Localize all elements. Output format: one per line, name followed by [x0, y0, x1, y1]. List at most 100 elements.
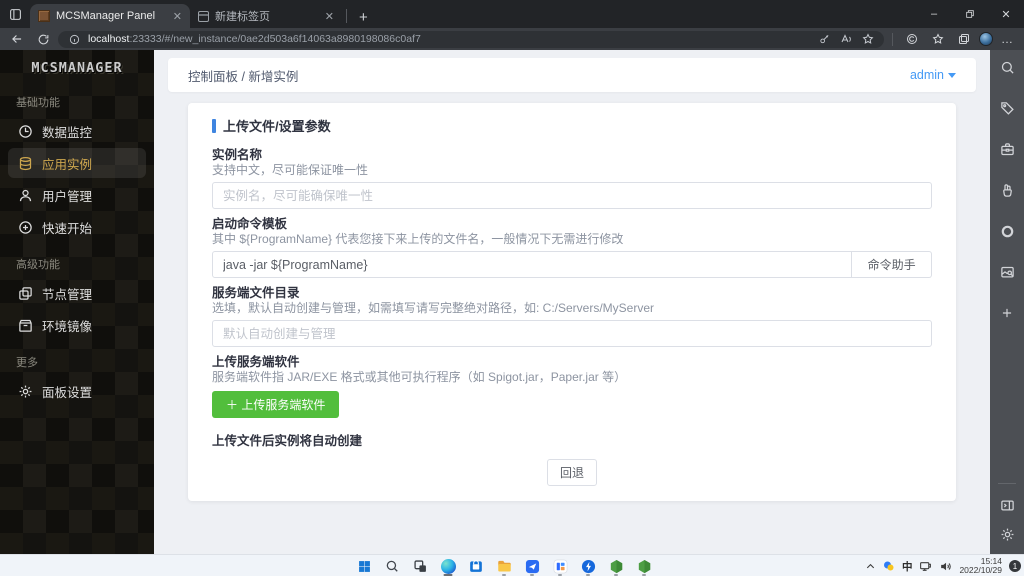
- user-icon: [19, 189, 32, 201]
- extension-icon[interactable]: [901, 30, 923, 48]
- breadcrumb: 控制面板 / 新增实例: [188, 69, 299, 84]
- store-icon: [470, 560, 482, 572]
- nodejs-app-button-1[interactable]: [607, 556, 625, 576]
- image-search-icon[interactable]: [1000, 265, 1015, 280]
- restore-button[interactable]: [952, 0, 988, 28]
- tab-mcsmanager[interactable]: MCSManager Panel ✕: [30, 4, 190, 28]
- search-icon: [386, 560, 398, 572]
- taskbar: 中 15:14 2022/10/29 1: [0, 554, 1024, 576]
- tools-briefcase-icon[interactable]: [1000, 142, 1015, 157]
- edge-sidebar-bottom: [990, 483, 1024, 542]
- field-upload: 上传服务端软件 服务端软件指 JAR/EXE 格式或其他可执行程序（如 Spig…: [212, 354, 932, 423]
- sidebar-item-nodes[interactable]: 节点管理: [8, 278, 146, 308]
- username: admin: [909, 68, 944, 82]
- docs-app-button[interactable]: [551, 556, 569, 576]
- games-glove-icon[interactable]: [1000, 183, 1015, 198]
- instance-name-input[interactable]: [212, 182, 932, 209]
- sidebar-item-label: 应用实例: [42, 157, 93, 172]
- favorites-bar-icon[interactable]: [927, 30, 949, 48]
- auto-create-note: 上传文件后实例将自动创建: [212, 434, 363, 448]
- password-key-icon[interactable]: [816, 34, 832, 45]
- read-aloud-icon[interactable]: [838, 33, 854, 45]
- field-instance-name: 实例名称 支持中文，尽可能保证唯一性: [212, 147, 932, 209]
- mcsmanager-favicon: [38, 10, 50, 22]
- collections-icon[interactable]: [953, 30, 975, 48]
- edge-taskbar-button[interactable]: [439, 556, 457, 576]
- sidebar-item-users[interactable]: 用户管理: [8, 180, 146, 210]
- database-icon: [19, 156, 32, 170]
- back-button[interactable]: 回退: [546, 459, 597, 486]
- profile-avatar[interactable]: [979, 32, 993, 46]
- more-menu-icon[interactable]: …: [997, 32, 1018, 46]
- speaker-icon[interactable]: [939, 560, 952, 573]
- user-menu[interactable]: admin: [910, 68, 956, 82]
- sidebar-item-label: 用户管理: [42, 189, 93, 204]
- task-view-icon: [413, 559, 426, 572]
- url-text[interactable]: localhost:23333/#/new_instance/0ae2d503a…: [88, 33, 810, 45]
- tray-chevron-up-icon[interactable]: [865, 561, 876, 572]
- nodejs-hexagon-icon: [638, 559, 650, 573]
- minimize-button[interactable]: –: [916, 0, 952, 28]
- mcsmanager-logo: MCSMANAGER: [31, 60, 123, 76]
- nodejs-app-button-2[interactable]: [635, 556, 653, 576]
- back-icon[interactable]: [6, 30, 28, 48]
- taskbar-center: [355, 555, 653, 576]
- new-tab-button[interactable]: +: [351, 9, 376, 26]
- lightning-app-button[interactable]: [579, 556, 597, 576]
- network-icon[interactable]: [919, 560, 932, 573]
- edge-sidebar: [990, 50, 1024, 554]
- sidebar-item-instances[interactable]: 应用实例: [8, 148, 146, 178]
- sidebar-item-data-monitor[interactable]: 数据监控: [8, 116, 146, 146]
- notification-badge[interactable]: 1: [1009, 560, 1021, 572]
- field-desc: 选填，默认自动创建与管理，如需填写请写完整绝对路径，如: C:/Servers/…: [212, 301, 655, 315]
- add-sidebar-item-icon[interactable]: [1000, 306, 1014, 320]
- start-button[interactable]: [355, 556, 373, 576]
- windows-logo-icon: [358, 560, 370, 572]
- sidebar-item-label: 数据监控: [42, 125, 93, 140]
- sidebar-item-label: 节点管理: [42, 287, 93, 302]
- office-icon[interactable]: [1000, 224, 1015, 239]
- taskbar-clock[interactable]: 15:14 2022/10/29: [959, 557, 1002, 575]
- field-desc: 支持中文，尽可能保证唯一性: [212, 163, 369, 177]
- task-view-button[interactable]: [411, 556, 429, 576]
- field-desc: 其中 ${ProgramName} 代表您接下来上传的文件名，一般情况下无需进行…: [212, 232, 624, 246]
- page-header: 控制面板 / 新增实例 admin: [168, 58, 976, 92]
- field-label: 上传服务端软件: [212, 355, 300, 369]
- tab-actions-menu-icon[interactable]: [0, 0, 30, 28]
- command-input[interactable]: [212, 251, 853, 278]
- tab-close-icon[interactable]: ✕: [325, 10, 334, 23]
- folder-icon: [497, 560, 511, 571]
- nav-section-label: 更多: [16, 357, 38, 369]
- sidebar-item-images[interactable]: 环境镜像: [8, 310, 146, 340]
- tab-title: MCSManager Panel: [56, 10, 156, 22]
- app-main: 控制面板 / 新增实例 admin 上传文件/设置参数 实例名称 支持中文，尽可…: [154, 50, 990, 554]
- ime-language-indicator[interactable]: 中: [902, 559, 913, 574]
- taskbar-search-button[interactable]: [383, 556, 401, 576]
- field-label: 实例名称: [212, 148, 263, 162]
- search-icon[interactable]: [1000, 60, 1015, 75]
- browser-toolbar: localhost:23333/#/new_instance/0ae2d503a…: [0, 28, 1024, 50]
- favorites-star-icon[interactable]: [860, 33, 876, 45]
- tab-divider: [346, 9, 347, 23]
- sidebar-item-label: 面板设置: [42, 385, 93, 400]
- sidebar-item-panel-settings[interactable]: 面板设置: [8, 376, 146, 406]
- tab-close-icon[interactable]: ✕: [173, 10, 182, 23]
- command-helper-button[interactable]: 命令助手: [852, 251, 932, 278]
- window-controls: – ✕: [916, 0, 1024, 28]
- shopping-tag-icon[interactable]: [1000, 101, 1015, 116]
- directory-input[interactable]: [212, 320, 932, 347]
- sidebar-settings-gear-icon[interactable]: [1000, 527, 1015, 542]
- ime-color-icon[interactable]: [883, 560, 895, 572]
- sidebar-item-quick-start[interactable]: 快速开始: [8, 212, 146, 242]
- site-info-icon[interactable]: [66, 34, 82, 45]
- hide-sidebar-icon[interactable]: [1000, 498, 1015, 513]
- close-button[interactable]: ✕: [988, 0, 1024, 28]
- file-explorer-button[interactable]: [495, 556, 513, 576]
- nav-section-label: 高级功能: [16, 259, 60, 271]
- microsoft-store-button[interactable]: [467, 556, 485, 576]
- messenger-app-button[interactable]: [523, 556, 541, 576]
- tab-new-tab-page[interactable]: 新建标签页 ✕: [190, 4, 342, 28]
- upload-server-software-button[interactable]: ＋ 上传服务端软件: [212, 391, 340, 418]
- address-bar[interactable]: localhost:23333/#/new_instance/0ae2d503a…: [58, 30, 884, 48]
- refresh-icon[interactable]: [32, 30, 54, 48]
